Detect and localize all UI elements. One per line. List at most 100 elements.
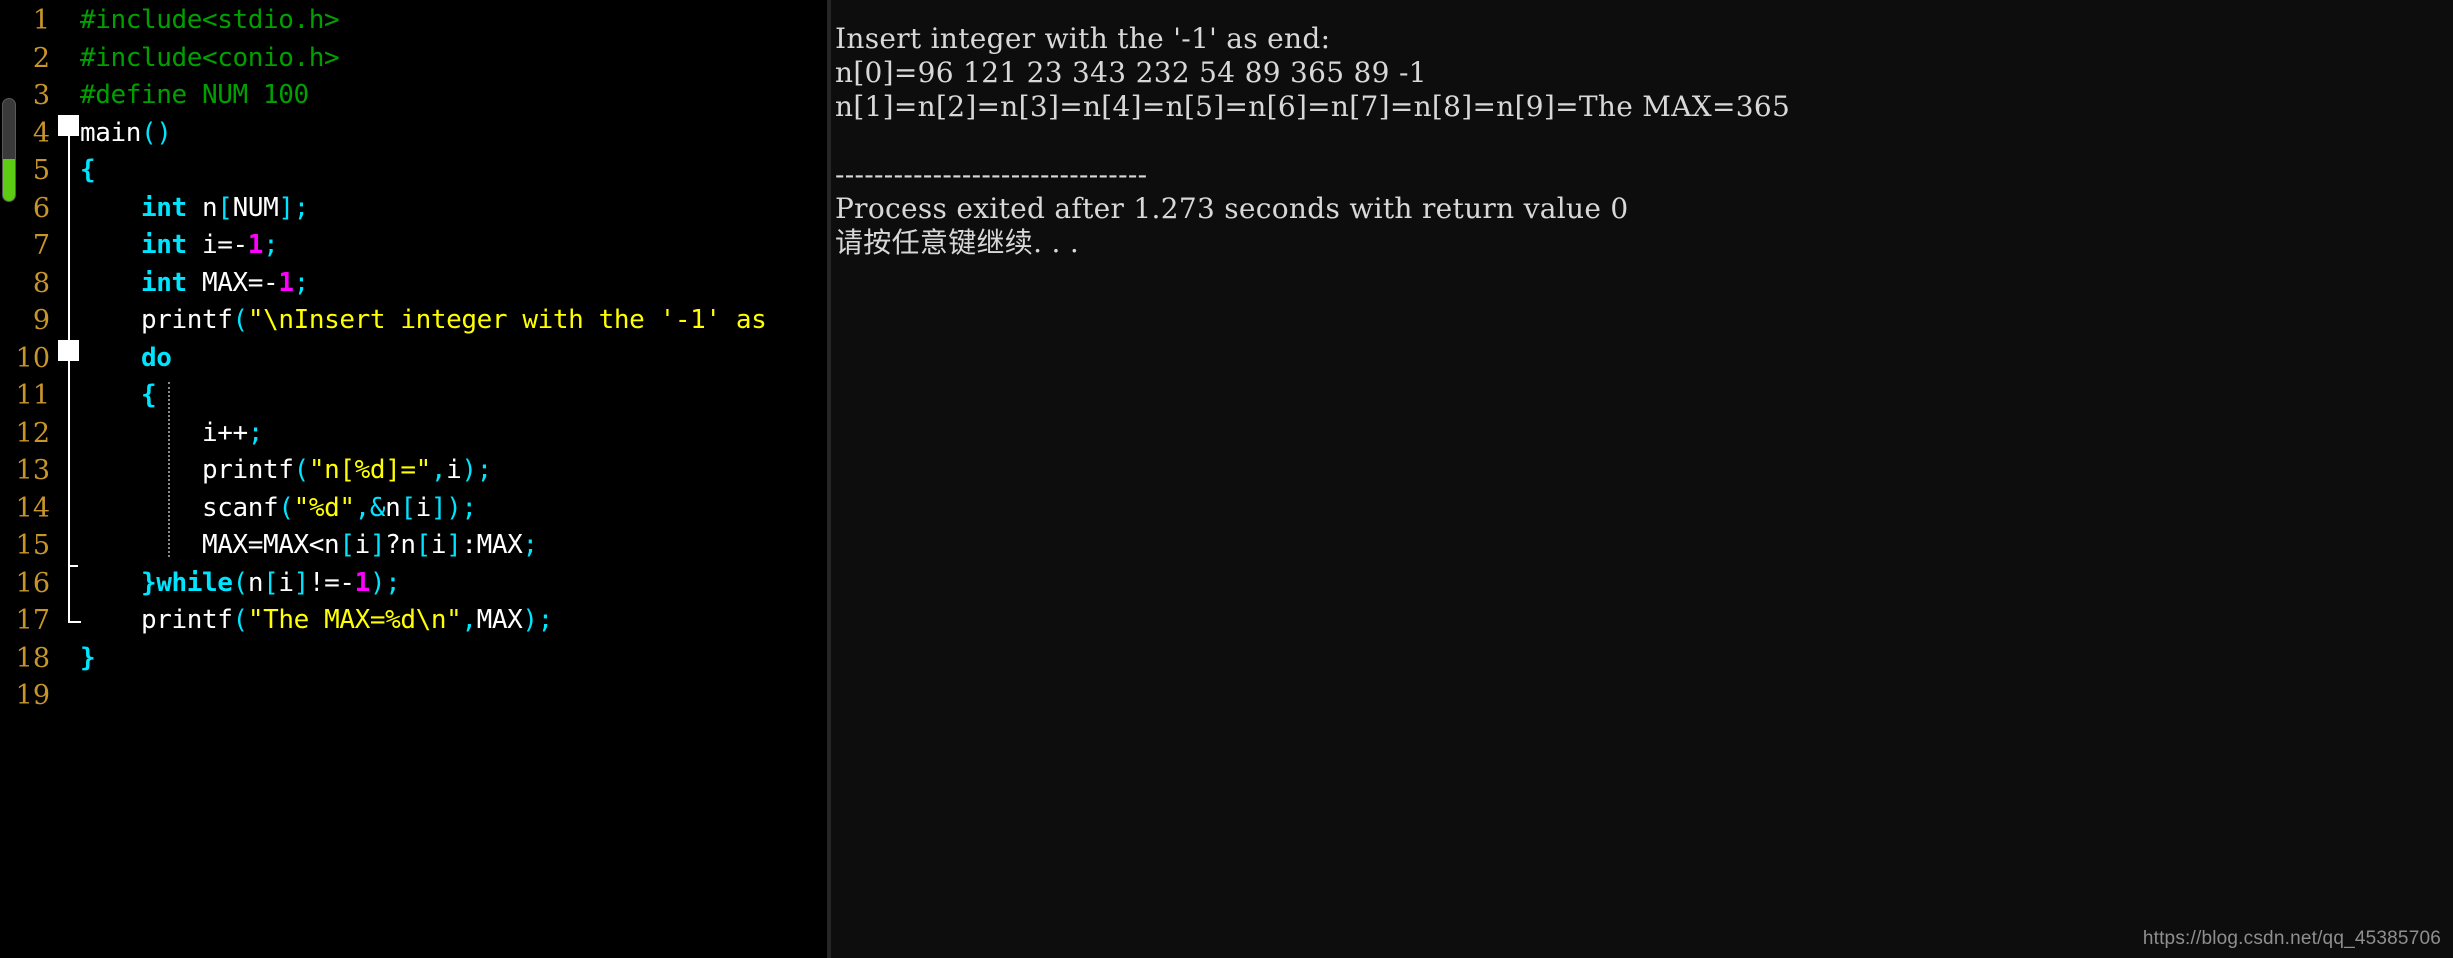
code-token: int: [141, 230, 187, 260]
code-line-6[interactable]: int n[NUM];: [80, 190, 827, 228]
console-line-4: [835, 124, 2435, 158]
code-line-12[interactable]: i++;: [80, 415, 827, 453]
code-line-9[interactable]: printf("\nInsert integer with the '-1' a…: [80, 302, 827, 340]
code-token: while: [156, 567, 233, 598]
code-token: printf: [141, 305, 233, 335]
code-line-11[interactable]: {: [80, 377, 827, 415]
code-token: );: [369, 567, 401, 598]
watermark-url: https://blog.csdn.net/qq_45385706: [2142, 928, 2441, 949]
code-token: ]: [369, 530, 386, 560]
code-token: NUM: [232, 192, 279, 223]
code-line-17[interactable]: printf("The MAX=%d\n",MAX);: [80, 602, 827, 640]
code-line-8[interactable]: int MAX=-1;: [80, 265, 827, 303]
code-token: ;: [293, 192, 310, 223]
console-line-1: Insert integer with the '-1' as end:: [835, 22, 1331, 55]
fold-marker-line-5[interactable]: [58, 115, 79, 136]
code-line-1[interactable]: #include<stdio.h>: [80, 2, 827, 40]
code-token: MAX=MAX<n: [202, 530, 340, 560]
code-line-14[interactable]: scanf("%d",&n[i]);: [80, 490, 827, 528]
line-number-17: 17: [15, 605, 50, 636]
fold-marker-line-11[interactable]: [58, 340, 79, 361]
code-token: ]: [446, 530, 462, 560]
code-token: [: [400, 492, 416, 523]
code-token: [: [339, 530, 355, 560]
code-line-4[interactable]: main(): [80, 115, 827, 153]
console-output-pane[interactable]: Insert integer with the '-1' as end: n[0]…: [831, 0, 2453, 958]
code-token: "n[%d]=": [308, 455, 431, 485]
code-token: ,&: [354, 492, 386, 523]
line-number-15: 15: [15, 530, 50, 561]
code-token: do: [141, 342, 172, 373]
code-token: ,: [430, 455, 447, 485]
line-number-13: 13: [15, 455, 50, 486]
line-number-7: 7: [32, 230, 50, 261]
code-token: i: [415, 492, 432, 523]
code-token: (: [278, 492, 294, 523]
code-token: main: [80, 117, 142, 148]
code-token: #define NUM 100: [80, 80, 309, 110]
code-token: #include<stdio.h>: [80, 5, 340, 35]
code-token: ?n: [385, 530, 416, 560]
ide-window: 1 2 3 4 5 6 7 8 9 10 11 12 13 14 15 16 17 18 19 #include<s…: [0, 0, 2453, 958]
code-line-2[interactable]: #include<conio.h>: [80, 40, 827, 78]
code-fold-column[interactable]: [58, 0, 81, 958]
code-line-18[interactable]: }: [80, 640, 827, 678]
code-token: ;: [293, 267, 310, 298]
code-token: [: [217, 192, 233, 223]
code-token: [: [415, 530, 432, 560]
code-token: 1: [354, 567, 371, 598]
code-token: MAX: [476, 605, 523, 635]
code-token: i: [446, 455, 462, 485]
code-editor-pane[interactable]: 1 2 3 4 5 6 7 8 9 10 11 12 13 14 15 16 17 18 19 #include<s…: [0, 0, 827, 958]
code-line-3[interactable]: #define NUM 100: [80, 77, 827, 115]
line-number-2: 2: [32, 42, 50, 74]
line-number-3: 3: [32, 80, 50, 111]
code-text-area[interactable]: #include<stdio.h> #include<conio.h> #defin…: [80, 2, 827, 715]
code-line-19[interactable]: [80, 677, 827, 715]
code-token: );: [522, 605, 553, 635]
code-token: 1: [278, 267, 294, 298]
code-token: "The MAX=%d\n": [247, 605, 462, 635]
line-number-16: 16: [15, 567, 50, 599]
code-token: (: [293, 455, 310, 485]
code-line-7[interactable]: int i=-1;: [80, 227, 827, 265]
line-number-gutter: 1 2 3 4 5 6 7 8 9 10 11 12 13 14 15 16 17 18 19: [0, 0, 58, 958]
line-number-14: 14: [15, 492, 50, 524]
console-line-3: n[1]=n[2]=n[3]=n[4]=n[5]=n[6]=n[7]=n[8]=…: [835, 90, 1791, 123]
code-token: !=-: [308, 567, 355, 598]
code-token: i: [278, 567, 294, 598]
code-line-5[interactable]: {: [80, 152, 827, 190]
code-token: );: [446, 492, 477, 523]
code-token: :MAX: [461, 530, 523, 560]
code-token: }: [141, 567, 157, 598]
code-line-10[interactable]: do: [80, 340, 827, 378]
line-number-19: 19: [15, 680, 50, 711]
code-token: i=-: [186, 230, 248, 260]
line-number-11: 11: [15, 380, 50, 411]
line-number-4: 4: [32, 117, 50, 149]
code-line-16[interactable]: }while(n[i]!=-1);: [80, 565, 827, 603]
code-token: ;: [263, 230, 279, 260]
line-number-8: 8: [32, 267, 50, 299]
line-number-6: 6: [32, 192, 50, 224]
code-token: (: [232, 567, 249, 598]
code-token: ]: [278, 192, 294, 223]
code-token: #include<conio.h>: [80, 42, 340, 73]
line-number-9: 9: [32, 305, 50, 336]
code-token: {: [141, 380, 157, 410]
code-line-13[interactable]: printf("n[%d]=",i);: [80, 452, 827, 490]
code-token: );: [461, 455, 492, 485]
code-line-15[interactable]: MAX=MAX<n[i]?n[i]:MAX;: [80, 527, 827, 565]
console-line-2: n[0]=96 121 23 343 232 54 89 365 89 -1: [835, 56, 1427, 89]
code-token: int: [141, 267, 187, 298]
code-token: n: [247, 567, 264, 598]
